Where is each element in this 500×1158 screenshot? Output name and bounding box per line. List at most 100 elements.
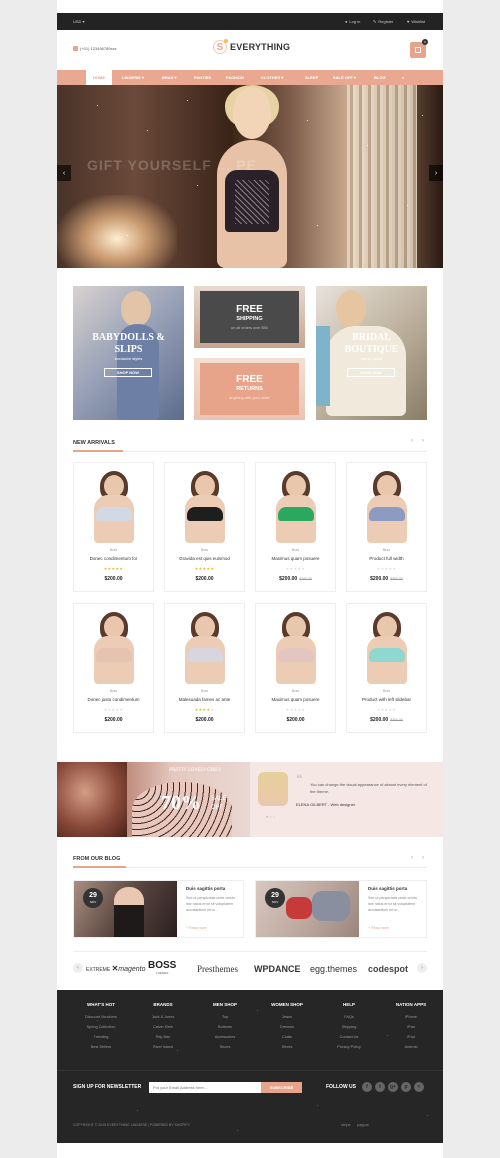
footer-link[interactable]: iPhone (381, 1012, 441, 1022)
nav-item-sleep[interactable]: SLEEP (305, 70, 318, 85)
product-name[interactable]: Maximus quam posuere (256, 556, 335, 561)
footer-link[interactable]: FAQs (319, 1012, 379, 1022)
shop-now-button[interactable]: SHOP NOW (347, 368, 395, 377)
footer-link[interactable]: Accessories (195, 1032, 255, 1042)
product-card[interactable]: Bras Donec condimentum for ★★★★★ $200.00 (73, 462, 154, 592)
testimonial-dots[interactable]: ● ○ ○ (266, 814, 275, 819)
subscribe-button[interactable]: SUBSCRIBE (261, 1082, 302, 1093)
footer-link[interactable]: iPad (381, 1022, 441, 1032)
sale-banner[interactable]: PRETTY LOVELY GIRLS 70% SALE OFF (57, 762, 250, 837)
footer-link[interactable]: Contact Us (319, 1032, 379, 1042)
search-icon[interactable]: ⌕ (402, 70, 404, 85)
google-plus-icon[interactable]: g+ (388, 1082, 398, 1092)
footer-link[interactable]: Calvin Klein (133, 1022, 193, 1032)
login-link[interactable]: ● Log in (345, 19, 360, 24)
product-card[interactable]: Bras Gravida est quis euismod ★★★★★ $200.00 (164, 462, 245, 592)
footer-link[interactable]: Shoes (257, 1042, 317, 1052)
footer-link[interactable]: Coats (257, 1032, 317, 1042)
promo-babydolls[interactable]: BABYDOLLS & SLIPS exclusive styles SHOP … (73, 286, 184, 420)
wishlist-link[interactable]: ♥ Wishlist (407, 19, 425, 24)
hero-prev-arrow[interactable]: ‹ (57, 165, 71, 181)
currency-selector[interactable]: USD ▾ (73, 19, 85, 24)
product-name[interactable]: Donec justo condimentum (74, 697, 153, 702)
nav-item-home[interactable]: HOME (86, 70, 112, 85)
read-more-link[interactable]: + Read more (368, 926, 389, 930)
arrivals-prev-arrow[interactable]: ‹ (411, 438, 413, 444)
footer-link[interactable]: Discount Vouchers (71, 1012, 131, 1022)
hero-slider[interactable]: GIFT YOURSELF ... PE ‹ › (57, 85, 443, 268)
brands-prev-arrow[interactable]: ‹ (73, 963, 83, 973)
nav-item-lingerie[interactable]: LINGERIE ▾ (122, 70, 144, 85)
product-card[interactable]: Bras Maximus quam posuere ★★★★★ $200.00 (255, 603, 336, 733)
brand-codespot[interactable]: codespot (368, 964, 408, 974)
newsletter-email-input[interactable] (149, 1082, 261, 1093)
product-card[interactable]: Bras Product with left slidebar ★★★★★ $200.… (346, 603, 427, 733)
footer-link[interactable]: River Island (133, 1042, 193, 1052)
nav-item-clothes[interactable]: CLOTHES ▾ (261, 70, 283, 85)
footer-link[interactable]: Shoes (195, 1042, 255, 1052)
product-name[interactable]: Donec condimentum for (74, 556, 153, 561)
hero-next-arrow[interactable]: › (429, 165, 443, 181)
product-category: Bras (382, 548, 391, 552)
old-price: $300.00 (390, 577, 403, 581)
footer-column-heading: MEN SHOP (212, 1002, 237, 1007)
nav-item-fashion[interactable]: FASHION (226, 70, 244, 85)
footer-link[interactable]: Dresses (257, 1022, 317, 1032)
nav-item-panties[interactable]: PANTIES (194, 70, 211, 85)
heart-icon: ♥ (407, 19, 410, 24)
footer-link[interactable]: Trending (71, 1032, 131, 1042)
arrivals-next-arrow[interactable]: › (422, 438, 424, 444)
brand-boss-themes[interactable]: BOSS THEMES (148, 960, 176, 975)
product-name[interactable]: Product full width (347, 556, 426, 561)
footer-link[interactable]: Shipping (319, 1022, 379, 1032)
product-card[interactable]: Bras Donec justo condimentum ★★★★★ $200.00 (73, 603, 154, 733)
product-category: Bras (109, 689, 118, 693)
pinterest-icon[interactable]: p (401, 1082, 411, 1092)
brand-presthemes[interactable]: Presthemes (197, 964, 238, 974)
nav-item-blog[interactable]: BLOG (374, 70, 386, 85)
footer-link[interactable]: Android (381, 1042, 441, 1052)
blog-post[interactable]: 29 NOV Duis sagittis porta Sed ut perspi… (73, 880, 244, 938)
footer-link[interactable]: Bottoms (195, 1022, 255, 1032)
register-link[interactable]: ✎ Register (373, 19, 393, 24)
footer-link[interactable]: Jeans (257, 1012, 317, 1022)
facebook-icon[interactable]: f (362, 1082, 372, 1092)
footer-link[interactable]: Privacy Policy (319, 1042, 379, 1052)
product-name[interactable]: Gravida est quis euismod (165, 556, 244, 561)
footer-column-heading: NATION APPS (395, 1002, 427, 1007)
footer-link[interactable]: iPod (381, 1032, 441, 1042)
product-name[interactable]: Malesuada fames ac ante (165, 697, 244, 702)
product-card[interactable]: Bras Maximus quam posuere ★★★★★ $200.00 $300… (255, 462, 336, 592)
product-category: Bras (382, 689, 391, 693)
footer-link[interactable]: Top (195, 1012, 255, 1022)
product-card[interactable]: Bras Malesuada fames ac ante ★★★★★ $200.00 (164, 603, 245, 733)
promo-free-shipping[interactable]: FREE SHIPPING on all orders over $50 (194, 286, 305, 348)
rating-stars: ★★★★★ (285, 707, 306, 712)
brand-extreme-magento[interactable]: EXTREME ✕magento (86, 964, 146, 973)
nav-item-sale-off[interactable]: SALE OFF ▾ (333, 70, 356, 85)
shop-now-button[interactable]: SHOP NOW (104, 368, 152, 377)
blog-post[interactable]: 29 NOV Duis sagittis porta Sed ut perspi… (255, 880, 427, 938)
product-price: $200.00 (195, 717, 214, 723)
nav-item-bras[interactable]: BRAS ▾ (162, 70, 176, 85)
share-icon[interactable]: < (414, 1082, 424, 1092)
brand-wpdance[interactable]: WPDANCE (254, 964, 301, 974)
footer-link[interactable]: Jack & Jones (133, 1012, 193, 1022)
footer-link[interactable]: Spring Collection (71, 1022, 131, 1032)
site-logo[interactable]: S EVERYTHING (213, 39, 290, 54)
footer-link[interactable]: Ray Ban (133, 1032, 193, 1042)
brands-next-arrow[interactable]: › (417, 963, 427, 973)
blog-prev-arrow[interactable]: ‹ (411, 855, 413, 861)
product-card[interactable]: Bras Product full width ★★★★★ $200.00 $300.0… (346, 462, 427, 592)
twitter-icon[interactable]: t (375, 1082, 385, 1092)
promo-free-returns[interactable]: FREE RETURNS anything with your order (194, 358, 305, 420)
product-name[interactable]: Maximus quam posuere (256, 697, 335, 702)
old-price: $300.00 (299, 577, 312, 581)
promo-bridal[interactable]: BRIDAL BOUTIQUE latest styles SHOP NOW (316, 286, 427, 420)
brand-egg-themes[interactable]: egg.themes (310, 964, 357, 974)
read-more-link[interactable]: + Read more (186, 926, 207, 930)
footer-link[interactable]: Best Sellers (71, 1042, 131, 1052)
cart-button[interactable]: 0 (410, 39, 428, 58)
blog-next-arrow[interactable]: › (422, 855, 424, 861)
product-name[interactable]: Product with left slidebar (347, 697, 426, 702)
